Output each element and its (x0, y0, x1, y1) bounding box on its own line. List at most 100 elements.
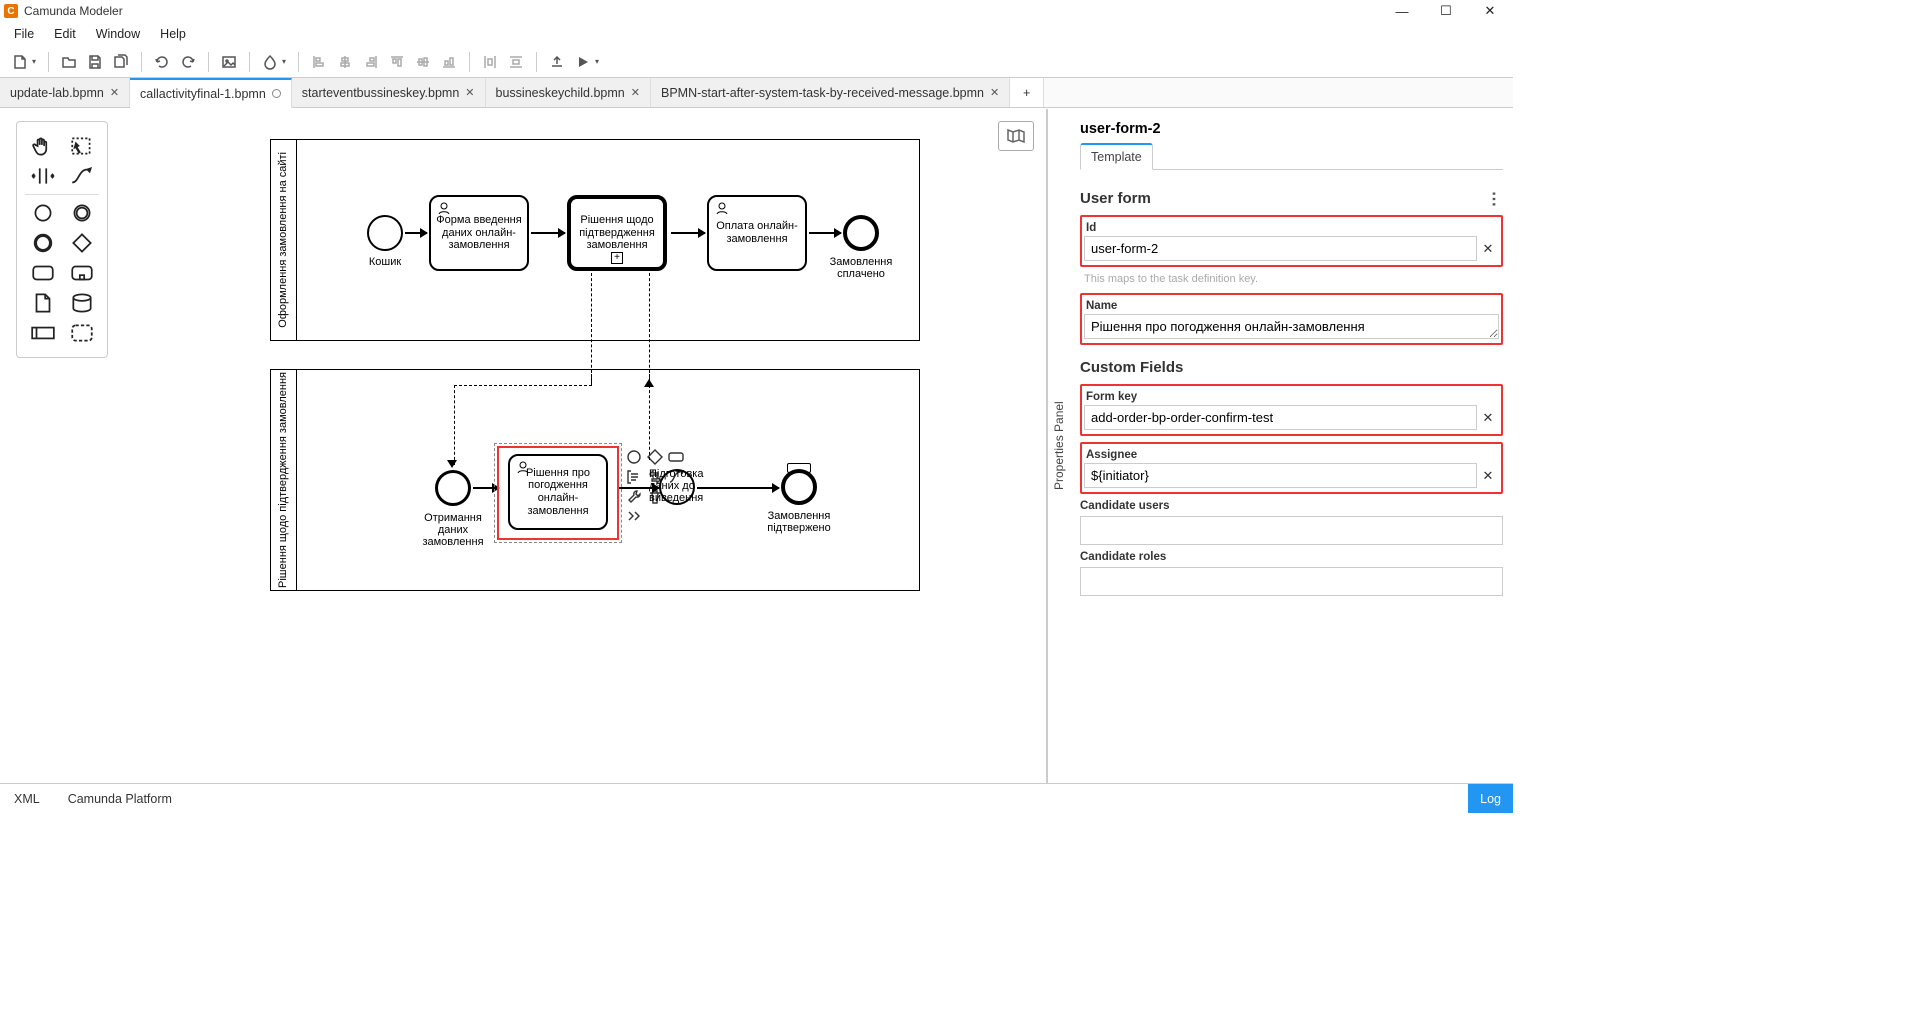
properties-panel-container: Properties Panel user-form-2 Template Us… (1046, 109, 1513, 783)
start-event[interactable] (367, 215, 403, 251)
pool-1[interactable]: Оформлення замовлення на сайті Кошик Фор… (270, 139, 920, 341)
ctx-event-icon[interactable] (625, 448, 643, 466)
field-id-label: Id (1082, 219, 1501, 236)
gateway-icon[interactable] (67, 231, 97, 255)
close-icon[interactable]: ✕ (990, 86, 999, 99)
start-event-icon[interactable] (28, 201, 58, 225)
new-file-icon[interactable] (8, 50, 32, 74)
close-icon[interactable]: ✕ (110, 86, 119, 99)
status-xml-tab[interactable]: XML (0, 792, 54, 806)
connect-tool-icon[interactable] (67, 164, 97, 188)
close-icon[interactable]: ✕ (465, 86, 474, 99)
menu-help[interactable]: Help (150, 23, 196, 45)
field-formkey-label: Form key (1082, 388, 1501, 405)
panel-title: user-form-2 (1080, 121, 1503, 137)
color-icon[interactable] (258, 50, 282, 74)
task-label: Рішення щодо підтвердження замовлення (575, 214, 659, 252)
field-id-group: Id ✕ (1080, 215, 1503, 267)
end-event-icon[interactable] (28, 231, 58, 255)
open-file-icon[interactable] (57, 50, 81, 74)
tab-bpmn-start-after[interactable]: BPMN-start-after-system-task-by-received… (651, 78, 1010, 107)
menu-window[interactable]: Window (86, 23, 150, 45)
field-id-input[interactable] (1084, 236, 1477, 261)
task-label: Форма введення даних онлайн-замовлення (435, 214, 523, 252)
ctx-annotation-icon[interactable] (625, 468, 643, 486)
field-candidate-users-label: Candidate users (1080, 500, 1503, 512)
pool-2[interactable]: Рішення щодо підтвердження замовлення От… (270, 369, 920, 591)
field-candidate-roles-label: Candidate roles (1080, 551, 1503, 563)
undo-icon[interactable] (150, 50, 174, 74)
toolbar: ▾ ▾ ▾ (0, 46, 1513, 78)
align-top-icon[interactable] (385, 50, 409, 74)
data-object-icon[interactable] (28, 291, 58, 315)
group-icon[interactable] (67, 321, 97, 345)
new-tab-button[interactable]: + (1010, 78, 1044, 107)
tab-update-lab[interactable]: update-lab.bpmn ✕ (0, 78, 130, 107)
status-platform-tab[interactable]: Camunda Platform (54, 792, 186, 806)
window-maximize-icon[interactable]: ☐ (1437, 3, 1455, 19)
clear-icon[interactable]: ✕ (1477, 468, 1499, 484)
clear-icon[interactable]: ✕ (1477, 241, 1499, 257)
field-name-group: Name (1080, 293, 1503, 345)
align-center-h-icon[interactable] (333, 50, 357, 74)
distribute-v-icon[interactable] (504, 50, 528, 74)
section-menu-icon[interactable]: ⋯ (1484, 191, 1504, 209)
lasso-tool-icon[interactable] (67, 134, 97, 158)
subprocess-icon[interactable] (67, 261, 97, 285)
close-icon[interactable]: ✕ (631, 86, 640, 99)
field-formkey-input[interactable] (1084, 405, 1477, 430)
tab-bussineskeychild[interactable]: bussineskeychild.bpmn ✕ (486, 78, 651, 107)
save-icon[interactable] (83, 50, 107, 74)
align-bottom-icon[interactable] (437, 50, 461, 74)
tab-callactivityfinal[interactable]: callactivityfinal-1.bpmn (130, 78, 292, 108)
hand-tool-icon[interactable] (28, 134, 58, 158)
field-candidate-roles-input[interactable] (1080, 567, 1503, 596)
tab-label: starteventbussineskey.bpmn (302, 86, 460, 100)
intermediate-event-icon[interactable] (67, 201, 97, 225)
redo-icon[interactable] (176, 50, 200, 74)
tab-starteventbussineskey[interactable]: starteventbussineskey.bpmn ✕ (292, 78, 486, 107)
space-tool-icon[interactable] (28, 164, 58, 188)
field-candidate-users-input[interactable] (1080, 516, 1503, 545)
align-right-icon[interactable] (359, 50, 383, 74)
pool-icon[interactable] (28, 321, 58, 345)
subprocess-marker-icon: + (611, 252, 623, 264)
start-event-message[interactable] (435, 470, 471, 506)
tab-label: update-lab.bpmn (10, 86, 104, 100)
bpmn-canvas[interactable]: Оформлення замовлення на сайті Кошик Фор… (0, 109, 1046, 783)
panel-tab-template[interactable]: Template (1080, 143, 1153, 170)
start-event-label: Кошик (345, 256, 425, 268)
task-form-entry[interactable]: Форма введення даних онлайн-замовлення (429, 195, 529, 271)
run-icon[interactable] (571, 50, 595, 74)
task-decision-selected[interactable]: Рішення про погодження онлайн-замовлення (508, 454, 608, 530)
field-name-input[interactable] (1084, 314, 1499, 339)
menu-file[interactable]: File (4, 23, 44, 45)
save-all-icon[interactable] (109, 50, 133, 74)
ctx-wrench-icon[interactable] (625, 488, 643, 506)
properties-panel-tab[interactable]: Properties Panel (1047, 109, 1070, 783)
end-event[interactable] (781, 469, 817, 505)
ctx-more-icon[interactable] (625, 508, 643, 526)
align-left-icon[interactable] (307, 50, 331, 74)
task-confirm-subprocess[interactable]: Рішення щодо підтвердження замовлення + (567, 195, 667, 271)
distribute-h-icon[interactable] (478, 50, 502, 74)
image-icon[interactable] (217, 50, 241, 74)
menu-edit[interactable]: Edit (44, 23, 86, 45)
field-name-label: Name (1082, 297, 1501, 314)
data-store-icon[interactable] (67, 291, 97, 315)
tab-label: callactivityfinal-1.bpmn (140, 87, 266, 101)
task-icon[interactable] (28, 261, 58, 285)
task-label: Оплата онлайн-замовлення (713, 220, 801, 245)
field-assignee-input[interactable] (1084, 463, 1477, 488)
window-minimize-icon[interactable]: ― (1393, 4, 1411, 19)
minimap-toggle[interactable] (998, 121, 1034, 151)
clear-icon[interactable]: ✕ (1477, 410, 1499, 426)
menu-bar: File Edit Window Help (0, 22, 1513, 46)
deploy-icon[interactable] (545, 50, 569, 74)
task-payment[interactable]: Оплата онлайн-замовлення (707, 195, 807, 271)
log-button[interactable]: Log (1468, 784, 1513, 813)
end-event[interactable] (843, 215, 879, 251)
window-close-icon[interactable]: ✕ (1481, 3, 1499, 19)
align-center-v-icon[interactable] (411, 50, 435, 74)
ctx-task-icon[interactable] (667, 448, 685, 466)
